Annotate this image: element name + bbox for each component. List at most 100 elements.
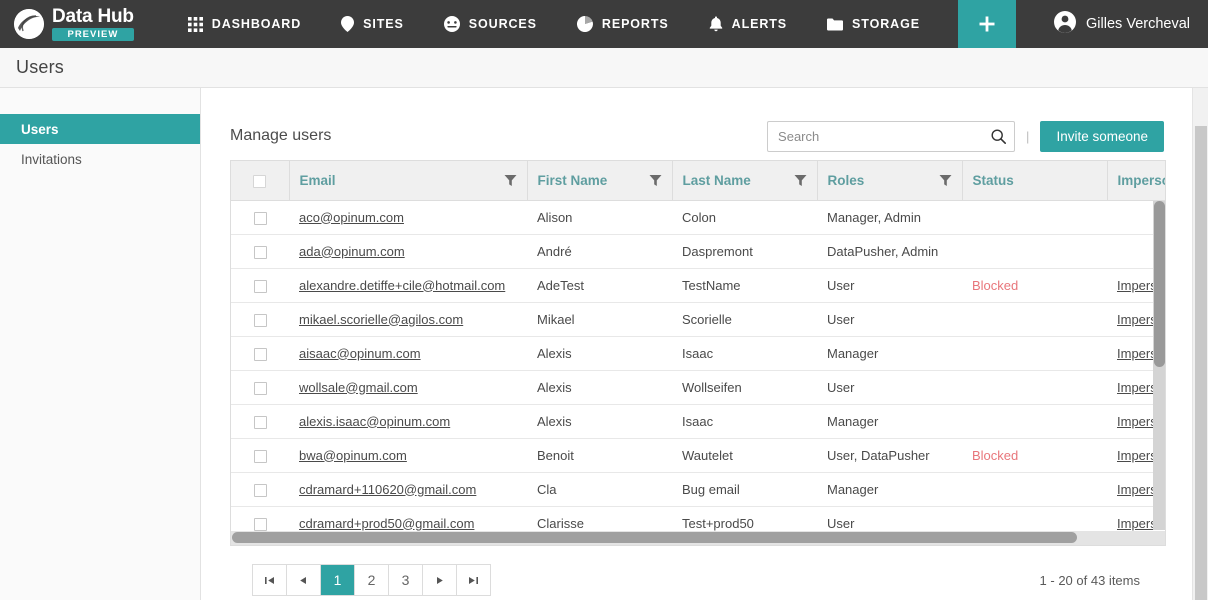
email-link[interactable]: aisaac@opinum.com [299, 346, 421, 361]
body-wrapper: Users Invitations Manage users | [0, 88, 1208, 600]
pager-next-button[interactable] [423, 565, 457, 595]
filter-icon[interactable] [504, 174, 517, 187]
cell-status [962, 472, 1107, 506]
cell-status: Blocked [962, 268, 1107, 302]
row-select-cell[interactable] [231, 404, 289, 438]
table-row[interactable]: alexis.isaac@opinum.comAlexisIsaacManage… [231, 404, 1165, 438]
row-select-cell[interactable] [231, 234, 289, 268]
row-select-cell[interactable] [231, 302, 289, 336]
grid-horizontal-scrollbar-thumb[interactable] [232, 532, 1077, 543]
data-hub-logo-icon [14, 9, 44, 39]
search-box[interactable] [767, 121, 1015, 152]
page-scrollbar-thumb[interactable] [1195, 126, 1207, 600]
row-checkbox[interactable] [254, 518, 267, 531]
email-link[interactable]: cdramard+110620@gmail.com [299, 482, 476, 497]
row-checkbox[interactable] [254, 416, 267, 429]
column-label: Imperso [1118, 173, 1166, 188]
pager-page-3[interactable]: 3 [389, 565, 423, 595]
email-link[interactable]: aco@opinum.com [299, 210, 404, 225]
row-checkbox[interactable] [254, 382, 267, 395]
row-checkbox[interactable] [254, 212, 267, 225]
table-row[interactable]: wollsale@gmail.comAlexisWollseifenUserIm… [231, 370, 1165, 404]
header-actions: | Invite someone [767, 121, 1164, 152]
table-row[interactable]: cdramard+prod50@gmail.comClarisseTest+pr… [231, 506, 1165, 532]
content-header: Manage users | Invite someone [201, 88, 1208, 160]
table-row[interactable]: cdramard+110620@gmail.comClaBug emailMan… [231, 472, 1165, 506]
row-select-cell[interactable] [231, 472, 289, 506]
email-link[interactable]: wollsale@gmail.com [299, 380, 418, 395]
column-header-email[interactable]: Email [289, 161, 527, 200]
search-icon[interactable] [991, 129, 1006, 144]
table-row[interactable]: aisaac@opinum.comAlexisIsaacManagerImper… [231, 336, 1165, 370]
folder-icon [827, 18, 843, 31]
column-header-last-name[interactable]: Last Name [672, 161, 817, 200]
email-link[interactable]: mikael.scorielle@agilos.com [299, 312, 463, 327]
row-select-cell[interactable] [231, 370, 289, 404]
filter-icon[interactable] [939, 174, 952, 187]
cell-last-name: Isaac [672, 404, 817, 438]
nav-item-sites[interactable]: SITES [321, 0, 424, 48]
column-header-impersonate[interactable]: Imperso [1107, 161, 1165, 200]
pager-last-button[interactable] [457, 565, 491, 595]
table-body: aco@opinum.comAlisonColonManager, Admina… [231, 200, 1165, 532]
users-table: Email First Name [231, 161, 1165, 532]
row-checkbox[interactable] [254, 314, 267, 327]
grid-vertical-scrollbar-thumb[interactable] [1154, 201, 1165, 367]
gauge-icon [444, 16, 460, 32]
email-link[interactable]: cdramard+prod50@gmail.com [299, 516, 474, 531]
row-checkbox[interactable] [254, 348, 267, 361]
pager-first-button[interactable] [253, 565, 287, 595]
row-select-cell[interactable] [231, 200, 289, 234]
nav-item-storage[interactable]: STORAGE [807, 0, 940, 48]
add-button[interactable] [958, 0, 1016, 48]
pager-page-1[interactable]: 1 [321, 565, 355, 595]
column-header-roles[interactable]: Roles [817, 161, 962, 200]
table-row[interactable]: ada@opinum.comAndréDaspremontDataPusher,… [231, 234, 1165, 268]
row-checkbox[interactable] [254, 280, 267, 293]
nav-item-reports[interactable]: REPORTS [557, 0, 689, 48]
cell-first-name: Cla [527, 472, 672, 506]
row-checkbox[interactable] [254, 450, 267, 463]
nav-item-label: SITES [363, 17, 404, 31]
column-header-status[interactable]: Status [962, 161, 1107, 200]
filter-icon[interactable] [794, 174, 807, 187]
row-checkbox[interactable] [254, 246, 267, 259]
row-select-cell[interactable] [231, 438, 289, 472]
page-scrollbar[interactable] [1192, 88, 1208, 600]
select-all-checkbox[interactable] [253, 175, 266, 188]
row-select-cell[interactable] [231, 336, 289, 370]
table-row[interactable]: bwa@opinum.comBenoitWauteletUser, DataPu… [231, 438, 1165, 472]
row-checkbox[interactable] [254, 484, 267, 497]
sidebar-item-invitations[interactable]: Invitations [0, 144, 200, 174]
nav-item-sources[interactable]: SOURCES [424, 0, 557, 48]
row-select-cell[interactable] [231, 506, 289, 532]
row-select-cell[interactable] [231, 268, 289, 302]
invite-someone-button[interactable]: Invite someone [1040, 121, 1164, 152]
cell-roles: User [817, 268, 962, 302]
cell-status: Blocked [962, 438, 1107, 472]
sidebar-item-label: Invitations [21, 152, 82, 167]
table-row[interactable]: mikael.scorielle@agilos.comMikaelScoriel… [231, 302, 1165, 336]
nav-item-label: DASHBOARD [212, 17, 301, 31]
email-link[interactable]: ada@opinum.com [299, 244, 405, 259]
email-link[interactable]: alexandre.detiffe+cile@hotmail.com [299, 278, 505, 293]
email-link[interactable]: alexis.isaac@opinum.com [299, 414, 450, 429]
user-menu[interactable]: Gilles Vercheval [1042, 0, 1208, 48]
column-header-first-name[interactable]: First Name [527, 161, 672, 200]
nav-item-alerts[interactable]: ALERTS [689, 0, 807, 48]
filter-icon[interactable] [649, 174, 662, 187]
grid-vertical-scrollbar[interactable] [1153, 201, 1165, 530]
search-input[interactable] [778, 129, 991, 144]
email-link[interactable]: bwa@opinum.com [299, 448, 407, 463]
grid-horizontal-scrollbar[interactable] [231, 531, 1165, 545]
table-row[interactable]: aco@opinum.comAlisonColonManager, Admin [231, 200, 1165, 234]
column-header-select-all[interactable] [231, 161, 289, 200]
pager-page-2[interactable]: 2 [355, 565, 389, 595]
cell-first-name: AdeTest [527, 268, 672, 302]
brand-logo-link[interactable]: Data Hub PREVIEW [0, 0, 146, 48]
cell-roles: User [817, 506, 962, 532]
pager-prev-button[interactable] [287, 565, 321, 595]
nav-item-dashboard[interactable]: DASHBOARD [168, 0, 321, 48]
sidebar-item-users[interactable]: Users [0, 114, 200, 144]
table-row[interactable]: alexandre.detiffe+cile@hotmail.com AdeTes… [231, 268, 1165, 302]
